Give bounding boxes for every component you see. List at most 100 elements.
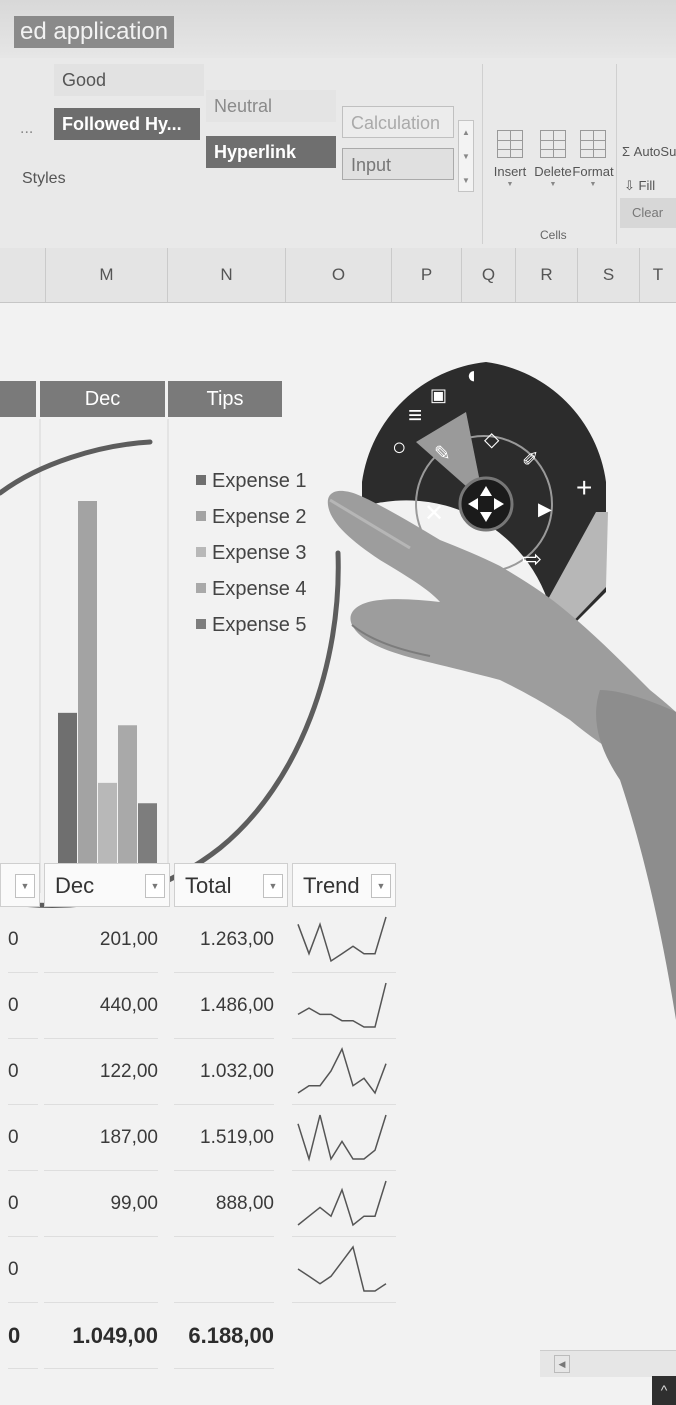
column-header-prev[interactable] (0, 248, 46, 302)
format-button[interactable]: Format ▼ (572, 130, 614, 188)
legend-item: Expense 3 (196, 535, 307, 571)
cell-total[interactable] (174, 1237, 274, 1303)
cell-total[interactable]: 1.263,00 (174, 907, 274, 973)
sparkline (297, 1245, 387, 1292)
cell-trend[interactable] (292, 1237, 396, 1303)
redo-icon[interactable]: ⇨ (522, 548, 542, 572)
highlighter-icon[interactable]: ✐ (522, 450, 539, 470)
column-filter-prev[interactable]: ▼ (0, 863, 40, 907)
radial-tool-menu[interactable]: ◖ ▣ ≡ ○ ✎ ◇ ✐ + ✕ ▶ ⇦ ⇨ (356, 342, 618, 652)
cell-trend[interactable] (292, 973, 396, 1039)
circle-icon[interactable]: ○ (392, 436, 407, 460)
legend-label: Expense 4 (212, 578, 307, 600)
column-header-row: M N O P Q R S T (0, 248, 676, 303)
cell-total[interactable]: 888,00 (174, 1171, 274, 1237)
gallery-down-icon[interactable]: ▼ (459, 145, 473, 169)
undo-icon[interactable]: ⇦ (444, 546, 464, 570)
legend-swatch (196, 475, 206, 485)
cell-style-hyperlink[interactable]: Hyperlink (206, 136, 336, 168)
document-title: ed application (14, 16, 175, 48)
filter-dropdown-icon[interactable]: ▼ (371, 874, 391, 898)
select-icon[interactable]: ▣ (430, 386, 447, 404)
insert-label: Insert (493, 164, 527, 179)
cell-trend[interactable] (292, 1105, 396, 1171)
scroll-left-icon[interactable]: ◀ (554, 1355, 570, 1373)
grand-total[interactable]: 6.188,00 (174, 1303, 274, 1369)
autosum-button[interactable]: Σ AutoSum (622, 144, 676, 159)
table-row: 0 201,00 1.263,00 (0, 907, 400, 973)
cell-prev[interactable]: 0 (8, 1171, 38, 1237)
horizontal-scrollbar[interactable]: ◀ (540, 1350, 676, 1377)
cell-trend[interactable] (292, 1171, 396, 1237)
delete-cells-icon (540, 130, 566, 158)
filter-dropdown-icon[interactable]: ▼ (15, 874, 35, 898)
cell-dec[interactable]: 187,00 (44, 1105, 158, 1171)
delete-button[interactable]: Delete ▼ (534, 130, 572, 188)
legend-label: Expense 5 (212, 614, 307, 636)
chart-legend: Expense 1 Expense 2 Expense 3 Expense 4 Expe… (196, 463, 307, 643)
column-header-m[interactable]: M (46, 248, 168, 302)
cell-dec[interactable] (44, 1237, 158, 1303)
cell-prev[interactable]: 0 (8, 1237, 38, 1303)
filter-dropdown-icon[interactable]: ▼ (263, 874, 283, 898)
sparkline (297, 982, 387, 1028)
cell-dec[interactable]: 440,00 (44, 973, 158, 1039)
column-header-dec[interactable]: Dec ▼ (44, 863, 170, 907)
cell-trend[interactable] (292, 1039, 396, 1105)
chart-bars (58, 501, 157, 891)
sparkline (297, 1046, 387, 1095)
column-header-p[interactable]: P (392, 248, 462, 302)
cell-total[interactable]: 1.519,00 (174, 1105, 274, 1171)
plus-icon[interactable]: + (576, 474, 592, 502)
cell-total[interactable]: 1.032,00 (174, 1039, 274, 1105)
column-header-q[interactable]: Q (462, 248, 516, 302)
mouse-icon[interactable]: ◖ (464, 364, 479, 388)
filter-dropdown-icon[interactable]: ▼ (145, 874, 165, 898)
cell-style-followed-hyperlink[interactable]: Followed Hy... (54, 108, 200, 140)
group-divider (616, 64, 617, 244)
scissors-icon[interactable]: ✕ (424, 502, 444, 526)
fill-button[interactable]: ⇩ Fill (624, 178, 655, 194)
cell-prev[interactable]: 0 (8, 973, 38, 1039)
column-header-r[interactable]: R (516, 248, 578, 302)
legend-label: Expense 2 (212, 506, 307, 528)
cell-prev[interactable]: 0 (8, 907, 38, 973)
cell-style-neutral[interactable]: Neutral (206, 90, 336, 122)
list-icon[interactable]: ≡ (408, 404, 422, 428)
sparkline (297, 1114, 387, 1162)
sigma-icon: Σ (622, 144, 631, 159)
cell-dec[interactable]: 99,00 (44, 1171, 158, 1237)
cell-dec[interactable]: 122,00 (44, 1039, 158, 1105)
insert-cells-icon (497, 130, 523, 158)
cell-trend[interactable] (292, 907, 396, 973)
sparkline-line (297, 1245, 387, 1292)
cell-dec[interactable]: 201,00 (44, 907, 158, 973)
column-header-n[interactable]: N (168, 248, 286, 302)
column-header-total[interactable]: Total ▼ (174, 863, 288, 907)
column-header-t[interactable]: T (640, 248, 676, 302)
column-header-trend[interactable]: Trend ▼ (292, 863, 396, 907)
eraser-icon[interactable]: ◇ (484, 430, 499, 450)
cell-style-good[interactable]: Good (54, 64, 204, 96)
pen-icon[interactable]: ✎ (434, 444, 451, 464)
clear-button[interactable]: Clear (620, 198, 676, 228)
gallery-expand-icon[interactable]: ▼ (459, 169, 473, 193)
total-dec[interactable]: 1.049,00 (44, 1303, 158, 1369)
sparkline-line (297, 916, 387, 963)
total-prev[interactable]: 0 (8, 1303, 38, 1369)
cell-prev[interactable]: 0 (8, 1105, 38, 1171)
column-header-s[interactable]: S (578, 248, 640, 302)
column-header-o[interactable]: O (286, 248, 392, 302)
play-icon[interactable]: ▶ (538, 500, 552, 518)
fill-down-icon: ⇩ (624, 178, 635, 193)
cell-prev[interactable]: 0 (8, 1039, 38, 1105)
insert-button[interactable]: Insert ▼ (492, 130, 528, 188)
cell-style-calculation[interactable]: Calculation (342, 106, 454, 138)
cell-total[interactable]: 1.486,00 (174, 973, 274, 1039)
chevron-up-icon[interactable]: ^ (652, 1376, 676, 1405)
cells-group-label: Cells (540, 228, 567, 242)
trend-header-label: Trend (303, 873, 360, 898)
styles-gallery-scroller[interactable]: ▲ ▼ ▼ (458, 120, 474, 192)
cell-style-input[interactable]: Input (342, 148, 454, 180)
gallery-up-icon[interactable]: ▲ (459, 121, 473, 145)
